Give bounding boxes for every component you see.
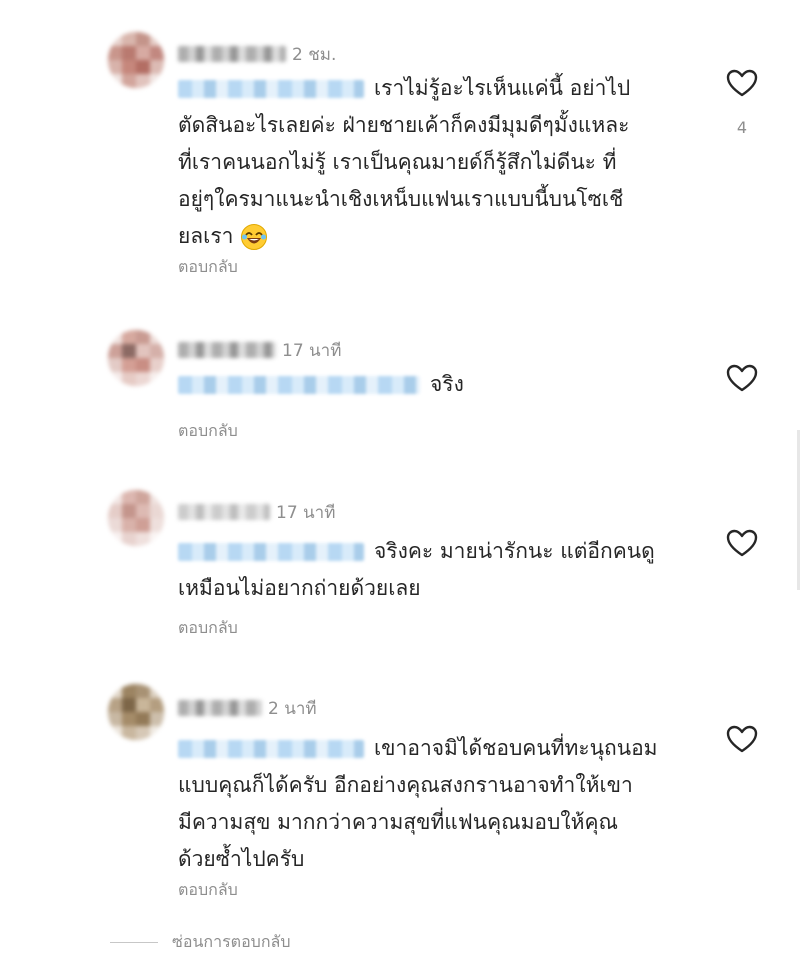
comment-body: จริง	[178, 366, 464, 403]
comment-meta: 2 นาที	[178, 694, 317, 722]
reply-button[interactable]: ตอบกลับ	[178, 878, 238, 903]
timestamp: 17 นาที	[282, 340, 342, 361]
heart-outline-icon[interactable]	[726, 528, 758, 558]
mention-link[interactable]	[178, 740, 364, 758]
divider	[110, 942, 158, 943]
avatar[interactable]	[108, 330, 164, 386]
username[interactable]	[178, 700, 262, 716]
timestamp: 2 นาที	[268, 698, 317, 719]
timestamp: 2 ชม.	[292, 44, 337, 65]
reply-button[interactable]: ตอบกลับ	[178, 616, 238, 641]
comment-body: เราไม่รู้อะไรเห็นแค่นี้ อย่าไป ตัดสินอะไ…	[178, 70, 630, 255]
heart-outline-icon[interactable]	[726, 68, 758, 98]
comment-text: จริง	[430, 372, 464, 396]
mention-link[interactable]	[178, 543, 364, 561]
comment-meta: 17 นาที	[178, 336, 341, 364]
comment-meta: 2 ชม.	[178, 40, 336, 68]
reply-button[interactable]: ตอบกลับ	[178, 419, 238, 444]
like-count: 4	[736, 118, 748, 137]
avatar[interactable]	[108, 684, 164, 740]
hide-replies-label: ซ่อนการตอบกลับ	[172, 932, 291, 951]
username[interactable]	[178, 504, 270, 520]
reply-button[interactable]: ตอบกลับ	[178, 255, 238, 280]
timestamp: 17 นาที	[276, 502, 336, 523]
laughing-emoji	[241, 224, 268, 250]
avatar[interactable]	[108, 490, 164, 546]
heart-outline-icon[interactable]	[726, 724, 758, 754]
username[interactable]	[178, 342, 276, 358]
heart-outline-icon[interactable]	[726, 363, 758, 393]
hide-replies-button[interactable]: ซ่อนการตอบกลับ	[110, 930, 290, 955]
mention-link[interactable]	[178, 376, 420, 394]
comment-body: เขาอาจมิได้ชอบคนที่ทะนุถนอม แบบคุณก็ได้ค…	[178, 730, 658, 878]
mention-link[interactable]	[178, 80, 364, 98]
username[interactable]	[178, 46, 286, 62]
avatar[interactable]	[108, 32, 164, 88]
comment-body: จริงคะ มายน่ารักนะ แต่อีกคนดู เหมือนไม่อ…	[178, 533, 655, 607]
comment-meta: 17 นาที	[178, 498, 335, 526]
